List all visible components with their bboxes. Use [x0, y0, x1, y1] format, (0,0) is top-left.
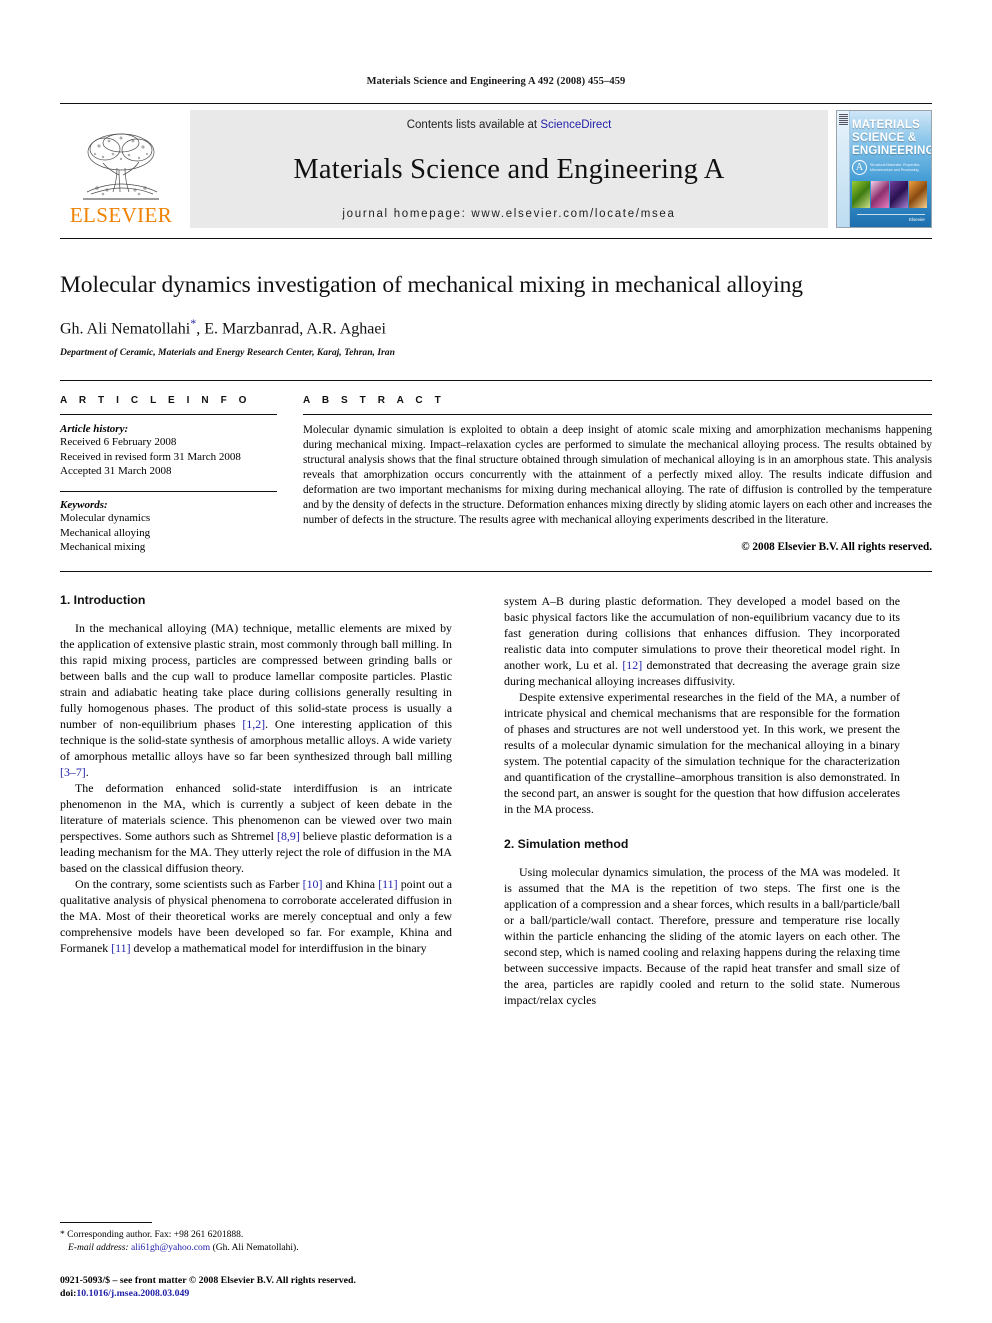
imprint-block: 0921-5093/$ – see front matter © 2008 El…	[60, 1274, 490, 1301]
intro-paragraph-1: In the mechanical alloying (MA) techniqu…	[60, 620, 452, 780]
intro-p3-a: On the contrary, some scientists such as…	[75, 876, 303, 891]
journal-banner-center: Contents lists available at ScienceDirec…	[190, 110, 828, 228]
doi-label: doi:	[60, 1288, 77, 1300]
cover-micrograph-3	[890, 181, 908, 208]
right-paragraph-3: Using molecular dynamics simulation, the…	[504, 864, 900, 1007]
running-head: Materials Science and Engineering A 492 …	[366, 76, 626, 87]
abstract-heading: A B S T R A C T	[303, 395, 446, 407]
author-rest: , E. Marzbanrad, A.R. Aghaei	[196, 320, 386, 338]
issn-line: 0921-5093/$ – see front matter © 2008 El…	[60, 1274, 356, 1286]
abstract-column: A B S T R A C T Molecular dynamic simula…	[303, 395, 932, 555]
cover-micrograph-2	[871, 181, 889, 208]
citation-11-b[interactable]: [11]	[111, 941, 130, 955]
author-list: Gh. Ali Nematollahi*, E. Marzbanrad, A.R…	[60, 316, 932, 338]
cover-micrograph-1	[852, 181, 870, 208]
journal-homepage-link[interactable]: journal homepage: www.elsevier.com/locat…	[342, 208, 675, 220]
keyword-1: Molecular dynamics	[60, 511, 151, 524]
journal-title: Materials Science and Engineering A	[293, 153, 725, 185]
article-info-rule	[60, 414, 277, 416]
info-top-rule	[60, 380, 932, 382]
email-suffix: (Gh. Ali Nematollahi).	[212, 1242, 299, 1253]
section-heading-introduction: 1. Introduction	[60, 592, 146, 607]
citation-10[interactable]: [10]	[303, 877, 323, 891]
author-first: Gh. Ali Nematollahi	[60, 320, 191, 338]
history-received: Received 6 February 2008	[60, 436, 177, 449]
history-accepted: Accepted 31 March 2008	[60, 465, 172, 478]
cover-title: MATERIALS SCIENCE & ENGINEERING	[852, 119, 932, 158]
cover-elsevier-mark-icon	[839, 114, 848, 125]
cover-title-line1: MATERIALS	[852, 119, 921, 131]
page-title: Molecular dynamics investigation of mech…	[60, 272, 803, 298]
intro-p1-c: .	[85, 764, 89, 779]
cover-series-badge: A	[852, 160, 867, 175]
intro-paragraph-2: The deformation enhanced solid-state int…	[60, 780, 452, 876]
elsevier-logo: ELSEVIER	[60, 110, 182, 228]
article-history-label: Article history:	[60, 423, 129, 436]
journal-cover-thumbnail: MATERIALS SCIENCE & ENGINEERING A Struct…	[836, 110, 932, 228]
keyword-3: Mechanical mixing	[60, 541, 146, 554]
citation-3-7[interactable]: [3–7]	[60, 765, 86, 779]
email-label: E-mail address:	[68, 1242, 129, 1253]
citation-12[interactable]: [12]	[622, 658, 642, 672]
keywords-rule	[60, 490, 277, 492]
footnote-rule	[60, 1221, 152, 1223]
copyright-line: © 2008 Elsevier B.V. All rights reserved…	[741, 541, 932, 554]
affiliation: Department of Ceramic, Materials and Ene…	[60, 347, 395, 359]
intro-p1-a: In the mechanical alloying (MA) techniqu…	[60, 620, 452, 731]
right-paragraph-1: system A–B during plastic deformation. T…	[504, 593, 900, 689]
doi-link[interactable]: 10.1016/j.msea.2008.03.049	[76, 1288, 189, 1299]
corresponding-author-note: * Corresponding author. Fax: +98 261 620…	[60, 1229, 244, 1240]
keywords-label: Keywords:	[60, 498, 108, 511]
intro-paragraph-3: On the contrary, some scientists such as…	[60, 876, 452, 956]
intro-p3-d: develop a mathematical model for interdi…	[130, 940, 427, 955]
contents-available-line: Contents lists available at ScienceDirec…	[407, 119, 612, 131]
intro-p3-b: and Khina	[322, 876, 379, 891]
citation-11-a[interactable]: [11]	[378, 877, 397, 891]
doi-line: doi:10.1016/j.msea.2008.03.049	[60, 1287, 490, 1301]
keyword-2: Mechanical alloying	[60, 526, 151, 539]
abstract-rule	[303, 414, 932, 416]
cover-micrograph-4	[909, 181, 927, 208]
history-revised: Received in revised form 31 March 2008	[60, 450, 241, 463]
footnote-block: * Corresponding author. Fax: +98 261 620…	[60, 1221, 480, 1255]
right-column: system A–B during plastic deformation. T…	[480, 593, 900, 1008]
paper-page: Materials Science and Engineering A 492 …	[0, 0, 992, 1323]
abstract-text: Molecular dynamic simulation is exploite…	[303, 424, 932, 527]
cover-series-row: A Structural Materials: Properties, Micr…	[852, 160, 928, 175]
cover-subtitle: Structural Materials: Properties, Micros…	[870, 163, 921, 172]
article-info-column: A R T I C L E I N F O Article history: R…	[60, 395, 303, 555]
email-link[interactable]: ali61gh@yahoo.com	[131, 1243, 210, 1253]
citation-1-2[interactable]: [1,2]	[242, 717, 265, 731]
cover-footer: Elsevier	[857, 214, 925, 222]
banner-top-rule	[60, 103, 932, 104]
journal-banner: ELSEVIER Contents lists available at Sci…	[60, 103, 932, 228]
keywords-block: Keywords: Molecular dynamics Mechanical …	[60, 490, 277, 555]
title-top-rule	[60, 238, 932, 239]
email-note: E-mail address: ali61gh@yahoo.com (Gh. A…	[60, 1242, 452, 1255]
contents-prefix: Contents lists available at	[406, 119, 541, 131]
left-column: 1. Introduction In the mechanical alloyi…	[60, 593, 480, 1008]
cover-title-line2: SCIENCE &	[852, 132, 917, 144]
article-info-heading: A R T I C L E I N F O	[60, 395, 252, 407]
info-abstract-row: A R T I C L E I N F O Article history: R…	[60, 395, 932, 555]
cover-left-bar	[837, 111, 850, 227]
citation-8-9[interactable]: [8,9]	[277, 829, 300, 843]
elsevier-wordmark: ELSEVIER	[69, 203, 173, 227]
section-heading-simulation-method: 2. Simulation method	[504, 836, 629, 851]
body-columns: 1. Introduction In the mechanical alloyi…	[60, 593, 932, 1008]
right-paragraph-2: Despite extensive experimental researche…	[504, 689, 900, 816]
cover-micrograph-strip	[852, 181, 927, 208]
elsevier-tree-icon	[83, 133, 159, 200]
sciencedirect-link[interactable]: ScienceDirect	[540, 119, 611, 131]
body-top-rule	[60, 570, 932, 572]
cover-title-line3: ENGINEERING	[852, 145, 932, 157]
